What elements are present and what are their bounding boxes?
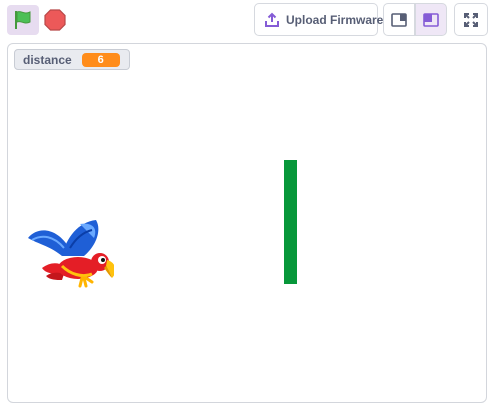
stop-button[interactable] xyxy=(43,8,67,32)
stop-icon xyxy=(44,9,66,31)
fullscreen-button[interactable] xyxy=(454,3,488,36)
stage-header: Upload Firmware xyxy=(0,0,495,42)
normal-stage-button[interactable] xyxy=(415,3,447,36)
parrot-sprite[interactable] xyxy=(22,216,114,292)
stage-canvas[interactable]: distance 6 xyxy=(7,43,487,403)
normal-stage-icon xyxy=(423,12,439,27)
fullscreen-icon xyxy=(464,12,478,27)
variable-monitor[interactable]: distance 6 xyxy=(14,49,130,70)
small-stage-button[interactable] xyxy=(383,3,415,36)
flag-icon xyxy=(15,11,31,29)
pipe-sprite[interactable] xyxy=(284,160,297,284)
upload-firmware-button[interactable]: Upload Firmware xyxy=(254,3,383,36)
small-stage-icon xyxy=(391,12,407,27)
upload-icon xyxy=(264,12,280,28)
monitor-value: 6 xyxy=(81,52,120,67)
monitor-label: distance xyxy=(23,52,72,67)
green-flag-button[interactable] xyxy=(7,5,39,35)
upload-firmware-label: Upload Firmware xyxy=(286,12,384,27)
